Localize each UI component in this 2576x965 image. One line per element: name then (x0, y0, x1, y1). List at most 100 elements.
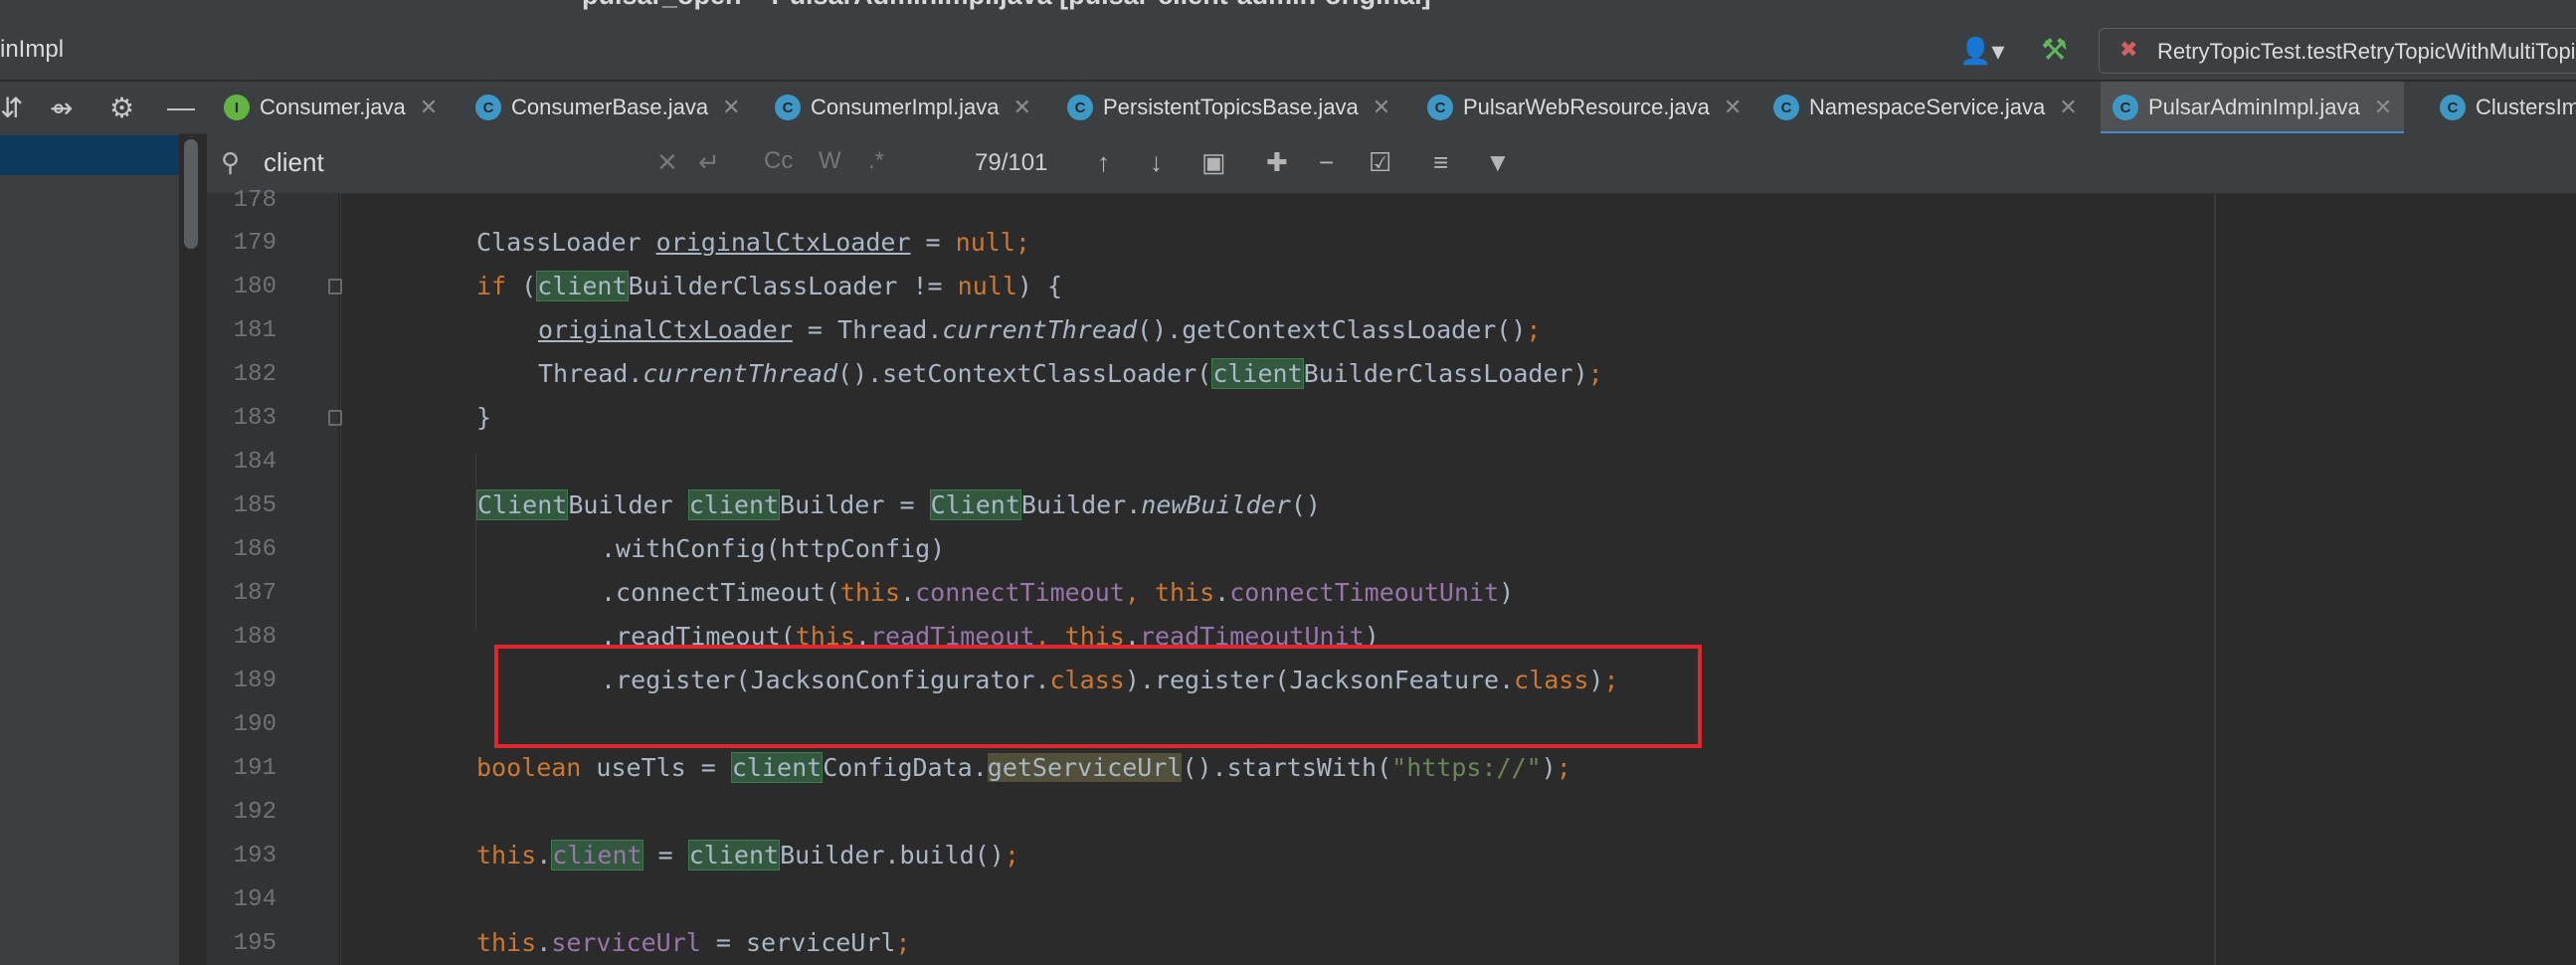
window-title: pulsar_open – PulsarAdminImpl.java [puls… (582, 0, 1431, 11)
tab-label: PersistentTopicsBase.java (1103, 95, 1359, 119)
find-bar: ⚲ client ✕ ↵ Cc W .* 79/101 ↑ ↓ ▣ ✚ − ☑ … (207, 133, 2576, 194)
line-number: 181 (233, 317, 276, 344)
expand-all-icon[interactable]: ⇵ (0, 92, 23, 124)
filter-icon[interactable]: ▼ (1485, 147, 1511, 178)
line-number: 179 (233, 230, 276, 257)
class-icon: C (775, 95, 801, 120)
search-input[interactable]: client (264, 147, 324, 178)
line-number: 183 (233, 405, 276, 432)
add-selection-icon[interactable]: ✚ (1266, 147, 1288, 178)
search-match: client (730, 752, 824, 783)
open-in-window-icon[interactable]: ≡ (1433, 147, 1448, 178)
tab-consumerimpl[interactable]: C ConsumerImpl.java ✕ (775, 82, 1031, 133)
tab-consumer[interactable]: I Consumer.java ✕ (224, 82, 438, 133)
match-case-toggle[interactable]: Cc (764, 147, 793, 175)
right-margin-guide (2214, 193, 2216, 965)
whole-words-toggle[interactable]: W (819, 147, 841, 175)
interface-icon: I (224, 95, 250, 120)
tab-consumerbase[interactable]: C ConsumerBase.java ✕ (475, 82, 741, 133)
clear-icon[interactable]: ✕ (656, 147, 678, 178)
class-icon: C (1427, 95, 1453, 120)
code-line-186[interactable]: .withConfig(httpConfig) (601, 534, 945, 563)
fold-marker-icon[interactable] (328, 279, 342, 294)
filter-search-results-icon[interactable]: ▣ (1201, 147, 1226, 178)
user-icon[interactable]: 👤▾ (1959, 36, 2004, 67)
line-number: 187 (233, 580, 276, 607)
code-line-180[interactable]: if (clientBuilderClassLoader != null) { (476, 271, 1062, 301)
tab-label: ConsumerBase.java (511, 95, 709, 119)
tab-label: ConsumerImpl.java (811, 95, 1000, 119)
code-line-193[interactable]: this.client = clientBuilder.build(); (476, 840, 1019, 870)
code-line-179[interactable]: ClassLoader originalCtxLoader = null; (476, 228, 1030, 257)
search-icon[interactable]: ⚲ (221, 147, 240, 178)
regex-toggle[interactable]: .* (868, 147, 884, 175)
line-number: 194 (233, 886, 276, 913)
tab-namespaceservice[interactable]: C NamespaceService.java ✕ (1773, 82, 2078, 133)
tab-label: PulsarWebResource.java (1463, 95, 1710, 119)
code-line-187[interactable]: .connectTimeout(this.connectTimeout, thi… (601, 578, 1514, 607)
search-match: client (551, 840, 644, 870)
indent-guide (475, 453, 476, 632)
run-configuration-label: RetryTopicTest.testRetryTopicWithMultiTo… (2157, 39, 2576, 64)
close-icon[interactable]: ✕ (1373, 95, 1390, 120)
highlight-annotation-box (494, 645, 1702, 748)
line-number: 184 (233, 449, 276, 476)
hide-panel-icon[interactable]: — (167, 92, 195, 123)
project-panel (0, 133, 179, 965)
select-all-occurrences-icon[interactable]: ☑ (1369, 147, 1391, 178)
line-number: 188 (233, 624, 276, 651)
search-match: client (687, 489, 781, 520)
tab-persistenttopicsbase[interactable]: C PersistentTopicsBase.java ✕ (1067, 82, 1390, 133)
code-line-183[interactable]: } (476, 403, 491, 432)
line-number: 190 (233, 711, 276, 738)
search-match: Client (929, 489, 1021, 520)
code-line-191[interactable]: boolean useTls = clientConfigData.getSer… (476, 752, 1571, 783)
tab-label: ClustersIm (2476, 95, 2576, 119)
match-count: 79/101 (975, 149, 1048, 176)
line-number: 192 (233, 799, 276, 826)
close-icon[interactable]: ✕ (420, 95, 438, 120)
class-icon: C (1067, 95, 1093, 120)
tab-pulsaradminimpl[interactable]: C PulsarAdminImpl.java ✕ (2101, 82, 2405, 135)
remove-selection-icon[interactable]: − (1319, 147, 1334, 178)
class-icon: C (2113, 95, 2138, 120)
next-occurrence-icon[interactable]: ↓ (1150, 147, 1163, 178)
search-match: Client (476, 489, 569, 520)
build-hammer-icon[interactable]: ⚒ (2041, 33, 2068, 68)
class-icon: C (1773, 95, 1799, 120)
selected-tree-item[interactable] (0, 135, 179, 175)
tab-label: PulsarAdminImpl.java (2148, 95, 2360, 119)
close-icon[interactable]: ✕ (1013, 95, 1031, 120)
code-line-195[interactable]: this.serviceUrl = serviceUrl; (476, 928, 911, 957)
project-scrollbar[interactable] (184, 139, 198, 249)
line-number: 182 (233, 361, 276, 388)
previous-occurrence-icon[interactable]: ↑ (1097, 147, 1110, 178)
class-icon: C (2440, 95, 2466, 120)
indent-guide (340, 193, 341, 965)
tab-label: NamespaceService.java (1809, 95, 2046, 119)
class-icon: C (475, 95, 501, 120)
search-match: client (536, 271, 629, 301)
breadcrumb[interactable]: inImpl (0, 36, 64, 64)
code-line-185[interactable]: ClientBuilder clientBuilder = ClientBuil… (476, 489, 1321, 520)
line-number: 185 (233, 492, 276, 519)
history-icon[interactable]: ↵ (698, 147, 720, 178)
fold-marker-icon[interactable] (328, 410, 342, 426)
line-number: 189 (233, 668, 276, 694)
test-config-icon: ✖ (2119, 37, 2138, 62)
line-number: 191 (233, 755, 276, 782)
collapse-all-icon[interactable]: ⇴ (50, 92, 73, 124)
tab-clustersimpl[interactable]: C ClustersIm (2440, 82, 2576, 133)
line-number: 195 (233, 930, 276, 957)
tab-pulsarwebresource[interactable]: C PulsarWebResource.java ✕ (1427, 82, 1742, 133)
close-icon[interactable]: ✕ (1724, 95, 1742, 120)
gear-icon[interactable]: ⚙ (109, 92, 134, 124)
code-line-181[interactable]: originalCtxLoader = Thread.currentThread… (538, 315, 1541, 344)
code-line-182[interactable]: Thread.currentThread().setContextClassLo… (538, 358, 1603, 389)
close-icon[interactable]: ✕ (722, 95, 740, 120)
run-configuration-selector[interactable]: ✖ RetryTopicTest.testRetryTopicWithMulti… (2099, 28, 2576, 74)
close-icon[interactable]: ✕ (2059, 95, 2077, 120)
tab-label: Consumer.java (260, 95, 406, 119)
close-icon[interactable]: ✕ (2374, 95, 2392, 120)
line-number: 180 (233, 274, 276, 300)
